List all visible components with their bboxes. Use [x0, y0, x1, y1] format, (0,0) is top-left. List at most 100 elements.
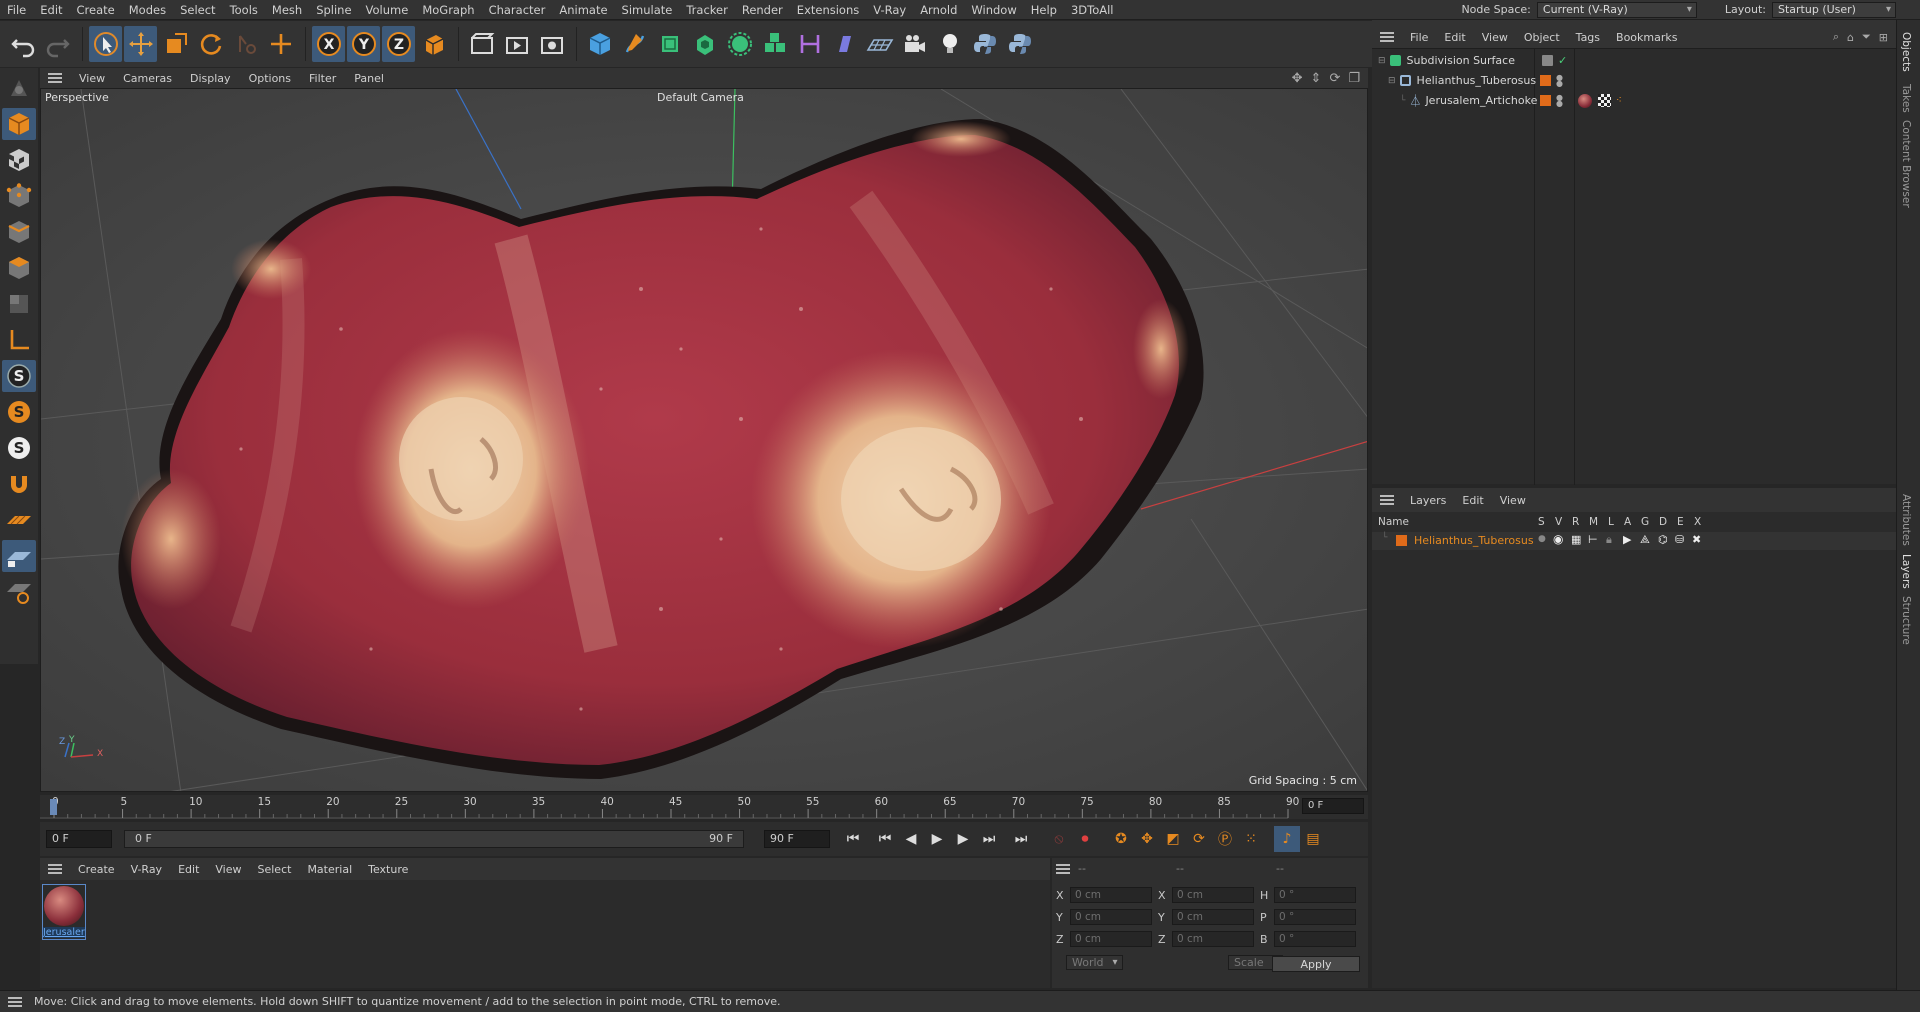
playhead[interactable]	[50, 799, 57, 815]
field-button[interactable]	[828, 26, 861, 62]
cloner-button[interactable]	[723, 26, 756, 62]
snap-settings-button[interactable]: S	[2, 396, 36, 428]
menu-help[interactable]: Help	[1024, 0, 1064, 20]
rot-h-field[interactable]: 0 °	[1274, 887, 1356, 903]
pos-x-field[interactable]: 0 cm	[1070, 887, 1152, 903]
material-swatch[interactable]: Jerusaler	[42, 884, 86, 940]
viewport-menu-view[interactable]: View	[70, 72, 114, 85]
layer-row[interactable]: └ Helianthus_Tuberosus ● ◉ ▦ ⊢ 🔒︎ ▶ ⟁ ⌬ …	[1372, 532, 1896, 550]
layer-color-icon[interactable]	[1540, 95, 1551, 106]
menu-select[interactable]: Select	[173, 0, 222, 20]
camera-button[interactable]	[898, 26, 931, 62]
tab-content-browser[interactable]: Content Browser	[1900, 120, 1912, 208]
scale-tool-button[interactable]	[159, 26, 192, 62]
material-menu-create[interactable]: Create	[70, 863, 123, 876]
menu-render[interactable]: Render	[735, 0, 790, 20]
timeline-button[interactable]: ▤	[1300, 826, 1326, 852]
coordinates-menu-icon[interactable]	[1056, 864, 1070, 874]
material-tag-icon[interactable]	[1578, 93, 1592, 108]
menu-extensions[interactable]: Extensions	[790, 0, 866, 20]
menu-character[interactable]: Character	[482, 0, 553, 20]
object-new-panel-icon[interactable]: ⊞	[1879, 31, 1888, 44]
menu-mograph[interactable]: MoGraph	[415, 0, 481, 20]
layer-color-icon[interactable]	[1540, 75, 1551, 86]
floor-button[interactable]	[863, 26, 896, 62]
3d-viewport[interactable]: Perspective Default Camera Z Y X Grid Sp…	[40, 88, 1368, 792]
layer-name[interactable]: Helianthus_Tuberosus	[1414, 534, 1534, 547]
python-script-button[interactable]	[968, 26, 1001, 62]
extrude-button[interactable]	[688, 26, 721, 62]
y-axis-lock-button[interactable]: Y	[347, 26, 380, 62]
frame-range-slider[interactable]: 0 F 90 F	[124, 830, 744, 848]
menu-tracker[interactable]: Tracker	[679, 0, 735, 20]
object-menu-tags[interactable]: Tags	[1568, 31, 1608, 44]
pos-y-field[interactable]: 0 cm	[1070, 909, 1152, 925]
material-menu-view[interactable]: View	[207, 863, 249, 876]
menu-spline[interactable]: Spline	[309, 0, 358, 20]
object-menu-bookmarks[interactable]: Bookmarks	[1608, 31, 1685, 44]
light-button[interactable]	[933, 26, 966, 62]
key-parameter-button[interactable]: Ⓟ	[1212, 826, 1238, 852]
axis-mode-button[interactable]	[2, 324, 36, 356]
layer-animation-icon[interactable]: ▶	[1623, 533, 1631, 546]
menu-volume[interactable]: Volume	[359, 0, 416, 20]
viewport-menu-options[interactable]: Options	[240, 72, 300, 85]
goto-start-button[interactable]: ⏮	[840, 826, 866, 852]
prev-frame-button[interactable]: ◀	[898, 826, 924, 852]
material-menu-icon[interactable]	[48, 864, 62, 874]
size-y-field[interactable]: 0 cm	[1172, 909, 1254, 925]
layer-menu-layers[interactable]: Layers	[1402, 494, 1454, 507]
layer-view-eye-icon[interactable]: ◉	[1553, 532, 1563, 546]
cube-object-button[interactable]	[583, 26, 616, 62]
tweak-mode-button[interactable]	[2, 468, 36, 500]
coordinate-system-button[interactable]	[417, 26, 450, 62]
tab-attributes[interactable]: Attributes	[1900, 494, 1912, 546]
move-tool-button[interactable]	[124, 26, 157, 62]
phong-tag-icon[interactable]: ⁖	[1616, 95, 1622, 106]
timeline-current-frame[interactable]: 0 F	[1302, 798, 1364, 814]
object-row-subdivision[interactable]: ⊟ Subdivision Surface ✓	[1372, 51, 1896, 70]
play-button[interactable]: ▶	[924, 826, 950, 852]
python-extension-button[interactable]	[1003, 26, 1036, 62]
layer-solo-icon[interactable]: ●	[1538, 534, 1546, 544]
material-menu-edit[interactable]: Edit	[170, 863, 207, 876]
menu-tools[interactable]: Tools	[223, 0, 265, 20]
tab-structure[interactable]: Structure	[1900, 596, 1912, 645]
viewport-maximize-icon[interactable]: ❐	[1348, 71, 1360, 86]
menu-file[interactable]: File	[0, 0, 33, 20]
undo-button[interactable]	[6, 26, 39, 62]
tab-layers[interactable]: Layers	[1900, 554, 1912, 589]
end-frame-field[interactable]: 90 F	[764, 830, 830, 848]
mograph-button[interactable]	[758, 26, 791, 62]
render-settings-button[interactable]	[535, 26, 568, 62]
viewport-projection-label[interactable]: Perspective	[45, 91, 109, 104]
edge-mode-button[interactable]	[2, 216, 36, 248]
layer-manager-tree-icon[interactable]: ⊢	[1588, 533, 1598, 546]
layer-menu-view[interactable]: View	[1492, 494, 1534, 507]
object-row-helianthus[interactable]: ⊟ Helianthus_Tuberosus ● ●	[1372, 71, 1896, 90]
menu-vray[interactable]: V-Ray	[866, 0, 913, 20]
texture-mode-button[interactable]	[2, 144, 36, 176]
next-frame-button[interactable]: ▶	[950, 826, 976, 852]
visibility-dots-icon[interactable]: ● ●	[1556, 93, 1563, 107]
layout-dropdown[interactable]: Startup (User)	[1772, 1, 1896, 18]
layer-menu-icon[interactable]	[1380, 495, 1394, 505]
viewport-camera-label[interactable]: Default Camera	[657, 91, 744, 104]
viewport-pan-icon[interactable]: ✥	[1292, 71, 1303, 86]
key-rotation-button[interactable]: ⟳	[1186, 826, 1212, 852]
timeline-ruler[interactable]: 051015202530354045505560657075808590 0 F	[40, 795, 1368, 819]
layer-xref-icon[interactable]: ✖	[1692, 533, 1701, 546]
menu-mesh[interactable]: Mesh	[265, 0, 309, 20]
object-menu-object[interactable]: Object	[1516, 31, 1568, 44]
viewport-rotate-icon[interactable]: ⟳	[1329, 71, 1340, 86]
object-row-jerusalem[interactable]: └ ⏃ Jerusalem_Artichoke ● ● ⁖	[1372, 91, 1896, 110]
layer-generator-icon[interactable]: ⟁	[1640, 533, 1650, 547]
menu-create[interactable]: Create	[70, 0, 122, 20]
pos-z-field[interactable]: 0 cm	[1070, 931, 1152, 947]
viewport-dolly-icon[interactable]: ⇕	[1311, 71, 1322, 86]
subdivision-button[interactable]	[653, 26, 686, 62]
create-null-button[interactable]	[264, 26, 297, 62]
make-editable-button[interactable]	[2, 72, 36, 104]
object-menu-file[interactable]: File	[1402, 31, 1436, 44]
polygon-mode-button[interactable]	[2, 252, 36, 284]
